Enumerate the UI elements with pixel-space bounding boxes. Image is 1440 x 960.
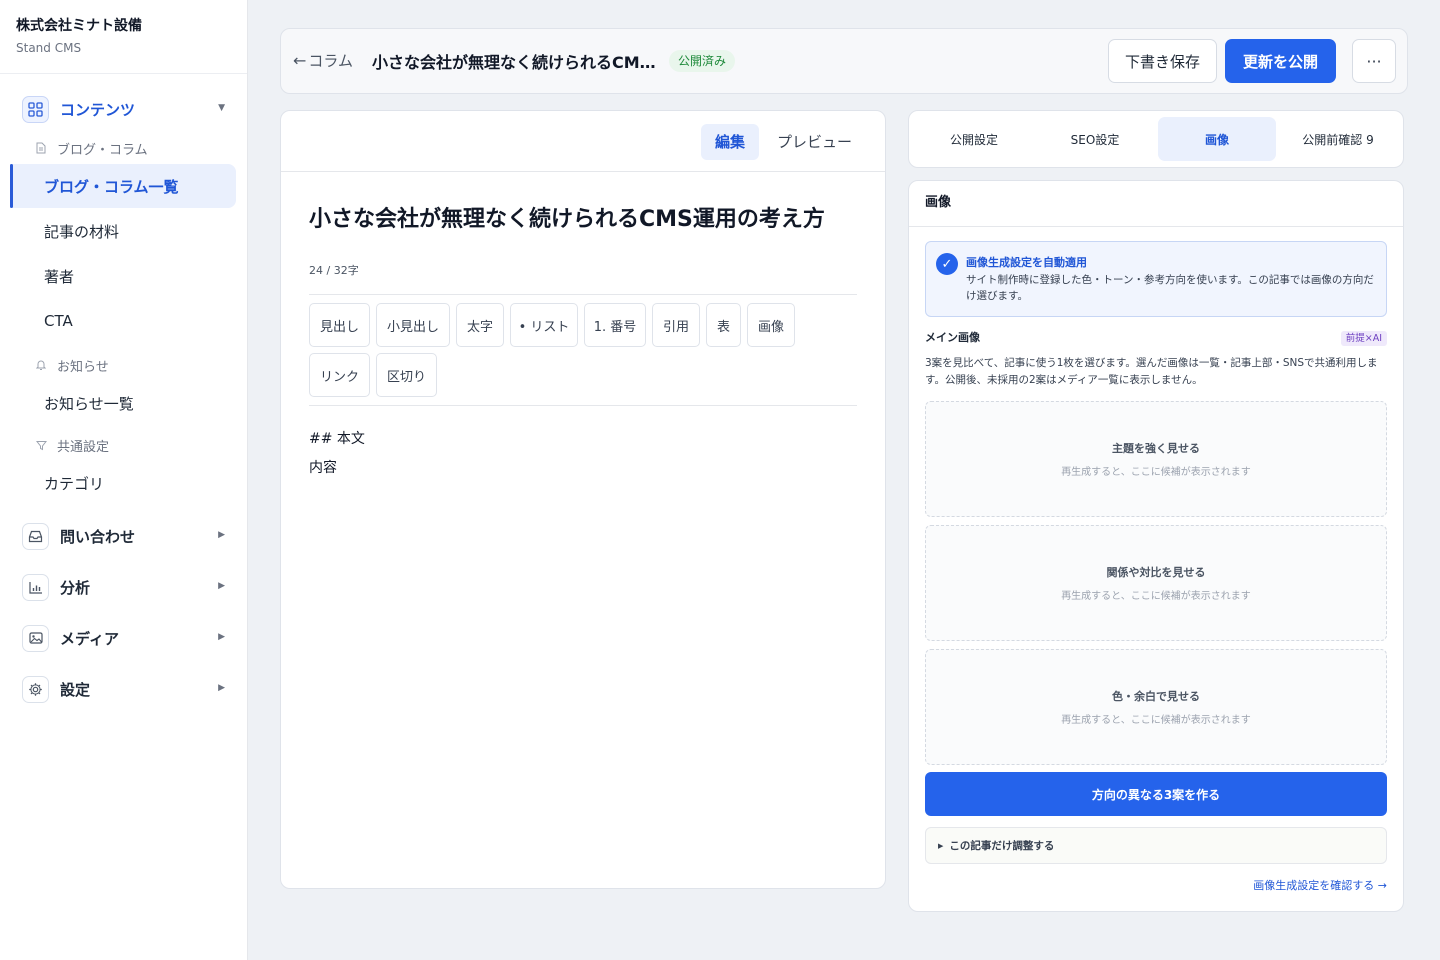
char-count: 24 / 32字 xyxy=(309,264,359,277)
bullet-list-button[interactable]: • リスト xyxy=(510,303,578,347)
adjust-disclosure[interactable]: ▶ この記事だけ調整する xyxy=(925,827,1387,864)
image-candidate-slot[interactable]: 主題を強く見せる 再生成すると、ここに候補が表示されます xyxy=(925,401,1387,517)
status-badge: 公開済み xyxy=(669,50,736,72)
more-menu-button[interactable]: ··· xyxy=(1352,39,1396,83)
publish-button[interactable]: 更新を公開 xyxy=(1225,39,1336,83)
sidebar-item-media[interactable]: メディア ▶ xyxy=(22,621,235,655)
candidate-placeholder: 再生成すると、ここに候補が表示されます xyxy=(1061,591,1251,602)
editor-header: ← コラム 小さな会社が無理なく続けられるCM… 公開済み 下書き保存 更新を公… xyxy=(280,28,1408,94)
tab-images[interactable]: 画像 xyxy=(1158,117,1276,161)
sidebar-item-materials[interactable]: 記事の材料 xyxy=(0,209,236,253)
back-label: コラム xyxy=(308,52,353,70)
sidebar-item-inquiries[interactable]: 問い合わせ ▶ xyxy=(22,519,235,553)
editor-tabs: 編集 プレビュー xyxy=(281,111,885,172)
document-title: 小さな会社が無理なく続けられるCM… xyxy=(372,53,656,72)
chevron-down-icon: ▼ xyxy=(218,103,225,113)
divider xyxy=(309,405,857,406)
sidebar-item-category[interactable]: カテゴリ xyxy=(0,461,236,505)
candidate-title: 色・余白で見せる xyxy=(1112,690,1200,703)
grid-icon xyxy=(22,95,49,123)
company-name: 株式会社ミナト設備 xyxy=(16,18,142,34)
sidebar: 株式会社ミナト設備 Stand CMS コンテンツ ▼ ブログ・コラム ブログ・… xyxy=(0,0,248,960)
candidate-title: 主題を強く見せる xyxy=(1112,442,1200,455)
tab-preview[interactable]: プレビュー xyxy=(763,124,866,160)
sidebar-item-authors[interactable]: 著者 xyxy=(0,254,236,298)
heading-button[interactable]: 見出し xyxy=(309,303,370,347)
sidebar-item-label: 問い合わせ xyxy=(60,527,136,546)
panel-title: 画像 xyxy=(909,181,1403,227)
chevron-right-icon: ▶ xyxy=(218,632,225,642)
main-image-description: 3案を見比べて、記事に使う1枚を選びます。選んだ画像は一覧・記事上部・SNSで共… xyxy=(925,357,1378,386)
candidate-placeholder: 再生成すると、ここに候補が表示されます xyxy=(1061,467,1251,478)
main-image-label: メイン画像 xyxy=(925,331,980,344)
sidebar-item-cta[interactable]: CTA xyxy=(0,299,236,343)
sidebar-item-label: メディア xyxy=(60,629,119,648)
nav-group-label: ブログ・コラム xyxy=(57,142,148,158)
bold-button[interactable]: 太字 xyxy=(456,303,504,347)
ai-badge: 前提×AI xyxy=(1340,331,1387,346)
tab-edit[interactable]: 編集 xyxy=(701,124,760,160)
chevron-right-icon: ▶ xyxy=(218,530,225,540)
candidate-placeholder: 再生成すると、ここに候補が表示されます xyxy=(1061,715,1251,726)
inbox-icon xyxy=(22,522,49,550)
bar-chart-icon xyxy=(22,573,49,601)
sidebar-item-blog-list[interactable]: ブログ・コラム一覧 xyxy=(10,164,236,208)
nav-group-news: お知らせ xyxy=(36,353,247,377)
check-icon: ✓ xyxy=(936,253,958,275)
chevron-right-icon: ▶ xyxy=(218,581,225,591)
generate-candidates-button[interactable]: 方向の異なる3案を作る xyxy=(925,772,1387,816)
bell-icon xyxy=(36,359,48,371)
sidebar-item-label: コンテンツ xyxy=(60,100,136,119)
tab-publish-settings[interactable]: 公開設定 xyxy=(915,117,1033,161)
body-line: 内容 xyxy=(309,460,337,476)
image-icon xyxy=(22,624,49,652)
sidebar-item-analytics[interactable]: 分析 ▶ xyxy=(22,570,235,604)
image-candidate-slot[interactable]: 関係や対比を見せる 再生成すると、ここに候補が表示されます xyxy=(925,525,1387,641)
more-icon: ··· xyxy=(1366,51,1382,71)
notice-description: サイト制作時に登録した色・トーン・参考方向を使います。この記事では画像の方向だけ… xyxy=(966,274,1374,302)
back-link[interactable]: ← コラム xyxy=(293,50,353,71)
nav-group-label: お知らせ xyxy=(57,359,109,375)
auto-apply-notice: ✓ 画像生成設定を自動適用 サイト制作時に登録した色・トーン・参考方向を使います… xyxy=(925,241,1387,317)
quote-button[interactable]: 引用 xyxy=(652,303,700,347)
candidate-title: 関係や対比を見せる xyxy=(1106,566,1206,579)
sidebar-item-label: 設定 xyxy=(60,680,91,699)
article-title-input[interactable]: 小さな会社が無理なく続けられるCMS運用の考え方 xyxy=(309,203,857,237)
sidebar-item-news-list[interactable]: お知らせ一覧 xyxy=(0,381,236,425)
nav-group-blog: ブログ・コラム xyxy=(36,136,247,160)
body-line: ## 本文 xyxy=(309,431,365,447)
sidebar-item-label: 分析 xyxy=(60,578,91,597)
save-draft-button[interactable]: 下書き保存 xyxy=(1108,39,1217,83)
body-editor[interactable]: ## 本文 内容 xyxy=(309,425,365,483)
divider-button[interactable]: 区切り xyxy=(376,353,437,397)
gear-icon xyxy=(22,675,49,703)
nav-group-label: 共通設定 xyxy=(57,439,110,455)
image-settings-link[interactable]: 画像生成設定を確認する → xyxy=(1253,877,1387,893)
notice-title: 画像生成設定を自動適用 xyxy=(966,256,1087,269)
image-panel: 画像 ✓ 画像生成設定を自動適用 サイト制作時に登録した色・トーン・参考方向を使… xyxy=(908,180,1404,912)
tab-seo-settings[interactable]: SEO設定 xyxy=(1036,117,1154,161)
arrow-left-icon: ← xyxy=(293,51,307,70)
nav-group-common: 共通設定 xyxy=(36,433,247,457)
tab-prepublish-check[interactable]: 公開前確認 9 xyxy=(1279,117,1397,161)
table-button[interactable]: 表 xyxy=(706,303,741,347)
filter-icon xyxy=(36,440,48,451)
adjust-label: この記事だけ調整する xyxy=(949,840,1055,852)
divider xyxy=(309,294,857,295)
sidebar-item-settings[interactable]: 設定 ▶ xyxy=(22,672,235,706)
chevron-right-icon: ▶ xyxy=(218,683,225,693)
numbered-list-button[interactable]: 1. 番号 xyxy=(584,303,646,347)
product-name: Stand CMS xyxy=(16,41,82,55)
editor-panel: 編集 プレビュー 小さな会社が無理なく続けられるCMS運用の考え方 24 / 3… xyxy=(280,110,886,889)
subheading-button[interactable]: 小見出し xyxy=(376,303,450,347)
settings-tabs: 公開設定 SEO設定 画像 公開前確認 9 xyxy=(908,110,1404,168)
document-icon xyxy=(36,142,48,154)
disclosure-triangle-icon: ▶ xyxy=(938,841,944,850)
image-candidate-slot[interactable]: 色・余白で見せる 再生成すると、ここに候補が表示されます xyxy=(925,649,1387,765)
link-button[interactable]: リンク xyxy=(309,353,370,397)
sidebar-nav: コンテンツ ▼ ブログ・コラム ブログ・コラム一覧 記事の材料 著者 CTA お… xyxy=(0,74,247,706)
image-button[interactable]: 画像 xyxy=(747,303,795,347)
brand: 株式会社ミナト設備 Stand CMS xyxy=(0,0,247,74)
sidebar-item-contents[interactable]: コンテンツ ▼ xyxy=(22,92,235,126)
